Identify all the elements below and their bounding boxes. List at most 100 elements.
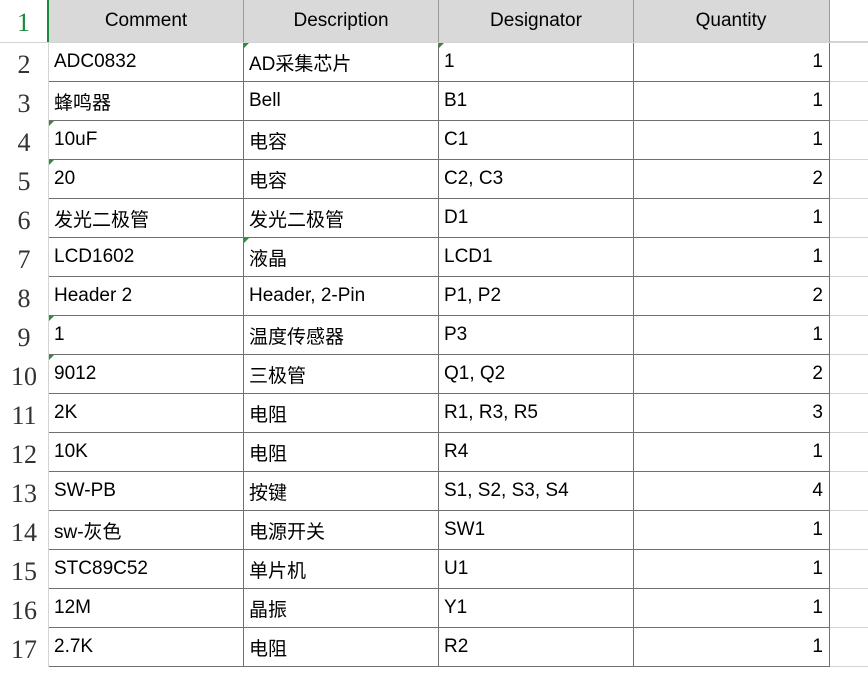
empty-grid-cell[interactable] — [830, 277, 868, 316]
cell-comment[interactable]: LCD1602 — [49, 238, 244, 277]
cell-description[interactable]: AD采集芯片 — [244, 43, 439, 82]
cell-comment[interactable]: sw-灰色 — [49, 511, 244, 550]
cell-description[interactable]: Header, 2-Pin — [244, 277, 439, 316]
cell-comment[interactable]: 2K — [49, 394, 244, 433]
row-number[interactable]: 2 — [0, 43, 49, 82]
row-number[interactable]: 15 — [0, 550, 49, 589]
empty-grid-cell[interactable] — [830, 43, 868, 82]
cell-comment[interactable]: ADC0832 — [49, 43, 244, 82]
empty-grid-cell[interactable] — [830, 238, 868, 277]
header-cell-quantity[interactable]: Quantity — [634, 0, 830, 42]
header-cell-designator[interactable]: Designator — [439, 0, 634, 42]
cell-designator[interactable]: R2 — [439, 628, 634, 667]
cell-designator[interactable]: C1 — [439, 121, 634, 160]
cell-comment[interactable]: Header 2 — [49, 277, 244, 316]
cell-comment[interactable]: SW-PB — [49, 472, 244, 511]
cell-quantity[interactable]: 1 — [634, 199, 830, 238]
row-number[interactable]: 9 — [0, 316, 49, 355]
row-number[interactable]: 10 — [0, 355, 49, 394]
empty-grid-cell[interactable] — [830, 0, 868, 42]
cell-description[interactable]: 单片机 — [244, 550, 439, 589]
cell-designator[interactable]: B1 — [439, 82, 634, 121]
empty-grid-cell[interactable] — [830, 394, 868, 433]
cell-description[interactable]: 液晶 — [244, 238, 439, 277]
empty-grid-cell[interactable] — [830, 199, 868, 238]
row-number[interactable]: 17 — [0, 628, 49, 667]
row-number[interactable]: 8 — [0, 277, 49, 316]
cell-quantity[interactable]: 2 — [634, 355, 830, 394]
cell-description[interactable]: 三极管 — [244, 355, 439, 394]
cell-description[interactable]: Bell — [244, 82, 439, 121]
cell-quantity[interactable]: 1 — [634, 511, 830, 550]
cell-quantity[interactable]: 2 — [634, 160, 830, 199]
empty-grid-cell[interactable] — [830, 121, 868, 160]
cell-quantity[interactable]: 4 — [634, 472, 830, 511]
cell-comment[interactable]: 蜂鸣器 — [49, 82, 244, 121]
cell-comment[interactable]: STC89C52 — [49, 550, 244, 589]
cell-quantity[interactable]: 1 — [634, 82, 830, 121]
empty-grid-cell[interactable] — [830, 355, 868, 394]
row-number[interactable]: 4 — [0, 121, 49, 160]
cell-quantity[interactable]: 1 — [634, 433, 830, 472]
cell-description[interactable]: 电容 — [244, 160, 439, 199]
cell-description[interactable]: 电源开关 — [244, 511, 439, 550]
cell-designator[interactable]: R4 — [439, 433, 634, 472]
cell-designator[interactable]: Y1 — [439, 589, 634, 628]
row-number[interactable]: 12 — [0, 433, 49, 472]
cell-description[interactable]: 电阻 — [244, 628, 439, 667]
cell-quantity[interactable]: 2 — [634, 277, 830, 316]
cell-comment[interactable]: 2.7K — [49, 628, 244, 667]
row-number[interactable]: 7 — [0, 238, 49, 277]
cell-designator[interactable]: P1, P2 — [439, 277, 634, 316]
row-number[interactable]: 13 — [0, 472, 49, 511]
empty-grid-cell[interactable] — [830, 82, 868, 121]
empty-grid-cell[interactable] — [830, 160, 868, 199]
cell-designator[interactable]: D1 — [439, 199, 634, 238]
cell-designator[interactable]: SW1 — [439, 511, 634, 550]
cell-comment[interactable]: 发光二极管 — [49, 199, 244, 238]
cell-comment[interactable]: 10K — [49, 433, 244, 472]
cell-description[interactable]: 晶振 — [244, 589, 439, 628]
row-number[interactable]: 5 — [0, 160, 49, 199]
cell-quantity[interactable]: 1 — [634, 43, 830, 82]
row-number[interactable]: 16 — [0, 589, 49, 628]
cell-designator[interactable]: LCD1 — [439, 238, 634, 277]
cell-description[interactable]: 温度传感器 — [244, 316, 439, 355]
cell-comment[interactable]: 9012 — [49, 355, 244, 394]
cell-comment[interactable]: 12M — [49, 589, 244, 628]
empty-grid-cell[interactable] — [830, 628, 868, 667]
cell-designator[interactable]: 1 — [439, 43, 634, 82]
cell-designator[interactable]: P3 — [439, 316, 634, 355]
row-number[interactable]: 14 — [0, 511, 49, 550]
empty-grid-cell[interactable] — [830, 511, 868, 550]
empty-grid-cell[interactable] — [830, 589, 868, 628]
cell-designator[interactable]: S1, S2, S3, S4 — [439, 472, 634, 511]
empty-grid-cell[interactable] — [830, 433, 868, 472]
row-number-header[interactable]: 1 — [0, 0, 49, 42]
cell-designator[interactable]: R1, R3, R5 — [439, 394, 634, 433]
header-cell-description[interactable]: Description — [244, 0, 439, 42]
cell-description[interactable]: 按键 — [244, 472, 439, 511]
row-number[interactable]: 6 — [0, 199, 49, 238]
cell-designator[interactable]: U1 — [439, 550, 634, 589]
cell-comment[interactable]: 20 — [49, 160, 244, 199]
cell-quantity[interactable]: 1 — [634, 589, 830, 628]
header-cell-comment[interactable]: Comment — [49, 0, 244, 42]
cell-comment[interactable]: 10uF — [49, 121, 244, 160]
row-number[interactable]: 3 — [0, 82, 49, 121]
cell-designator[interactable]: Q1, Q2 — [439, 355, 634, 394]
cell-quantity[interactable]: 1 — [634, 238, 830, 277]
empty-grid-cell[interactable] — [830, 316, 868, 355]
cell-quantity[interactable]: 1 — [634, 628, 830, 667]
empty-grid-cell[interactable] — [830, 472, 868, 511]
cell-description[interactable]: 发光二极管 — [244, 199, 439, 238]
cell-quantity[interactable]: 1 — [634, 316, 830, 355]
empty-grid-cell[interactable] — [830, 550, 868, 589]
cell-quantity[interactable]: 1 — [634, 550, 830, 589]
cell-quantity[interactable]: 3 — [634, 394, 830, 433]
cell-comment[interactable]: 1 — [49, 316, 244, 355]
cell-quantity[interactable]: 1 — [634, 121, 830, 160]
cell-description[interactable]: 电阻 — [244, 433, 439, 472]
row-number[interactable]: 11 — [0, 394, 49, 433]
cell-designator[interactable]: C2, C3 — [439, 160, 634, 199]
